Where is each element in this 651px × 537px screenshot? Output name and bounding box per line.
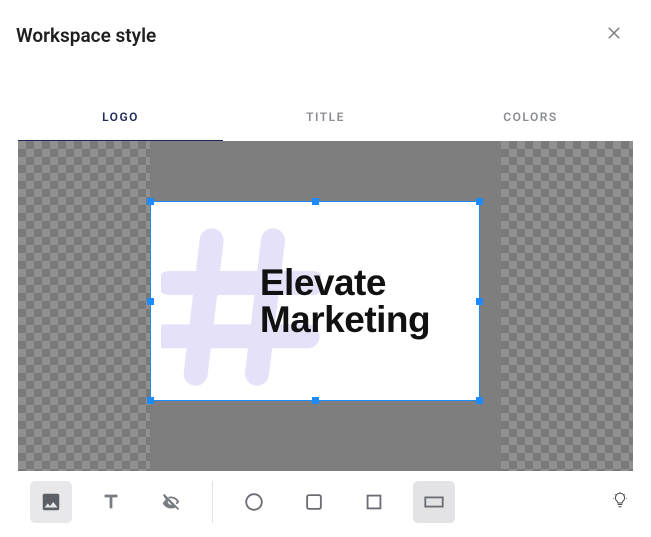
resize-handle-tl[interactable] [147,198,154,205]
square-icon [303,491,325,513]
logo-content: Elevate Marketing [151,202,479,400]
toolbar-separator [212,481,213,523]
tab-label: TITLE [306,110,345,124]
visibility-off-icon [160,491,182,513]
page-title: Workspace style [16,24,156,47]
lightbulb-icon [611,491,629,509]
circle-icon [243,491,265,513]
header: Workspace style [0,0,651,62]
shape-circle-button[interactable] [233,481,275,523]
logo-selection[interactable]: Elevate Marketing [150,201,480,401]
tab-label: LOGO [102,110,139,124]
text-icon [100,491,122,513]
resize-handle-br[interactable] [476,397,483,404]
tab-colors[interactable]: COLORS [428,92,633,142]
close-icon [605,24,623,42]
transparency-left [18,141,150,471]
tab-logo[interactable]: LOGO [18,92,223,142]
shape-square-alt-button[interactable] [353,481,395,523]
close-button[interactable] [601,20,627,50]
canvas-area: Elevate Marketing [0,141,651,471]
rectangle-icon [423,491,445,513]
image-tool-button[interactable] [30,481,72,523]
resize-handle-bl[interactable] [147,397,154,404]
logo-text-line1: Elevate [260,262,386,303]
hint-button[interactable] [607,487,633,517]
image-icon [40,491,62,513]
resize-handle-bm[interactable] [312,397,319,404]
resize-handle-tm[interactable] [312,198,319,205]
resize-handle-mr[interactable] [476,298,483,305]
shape-square-button[interactable] [293,481,335,523]
square-alt-icon [363,491,385,513]
logo-canvas[interactable]: Elevate Marketing [18,141,633,471]
logo-text-line2: Marketing [260,299,430,340]
tab-title[interactable]: TITLE [223,92,428,142]
tab-label: COLORS [503,110,557,124]
resize-handle-tr[interactable] [476,198,483,205]
shape-rectangle-button[interactable] [413,481,455,523]
toolbar [0,471,651,537]
transparency-right [501,141,633,471]
text-tool-button[interactable] [90,481,132,523]
tabs: LOGO TITLE COLORS [0,92,651,142]
logo-text: Elevate Marketing [200,264,430,338]
resize-handle-ml[interactable] [147,298,154,305]
hide-tool-button[interactable] [150,481,192,523]
